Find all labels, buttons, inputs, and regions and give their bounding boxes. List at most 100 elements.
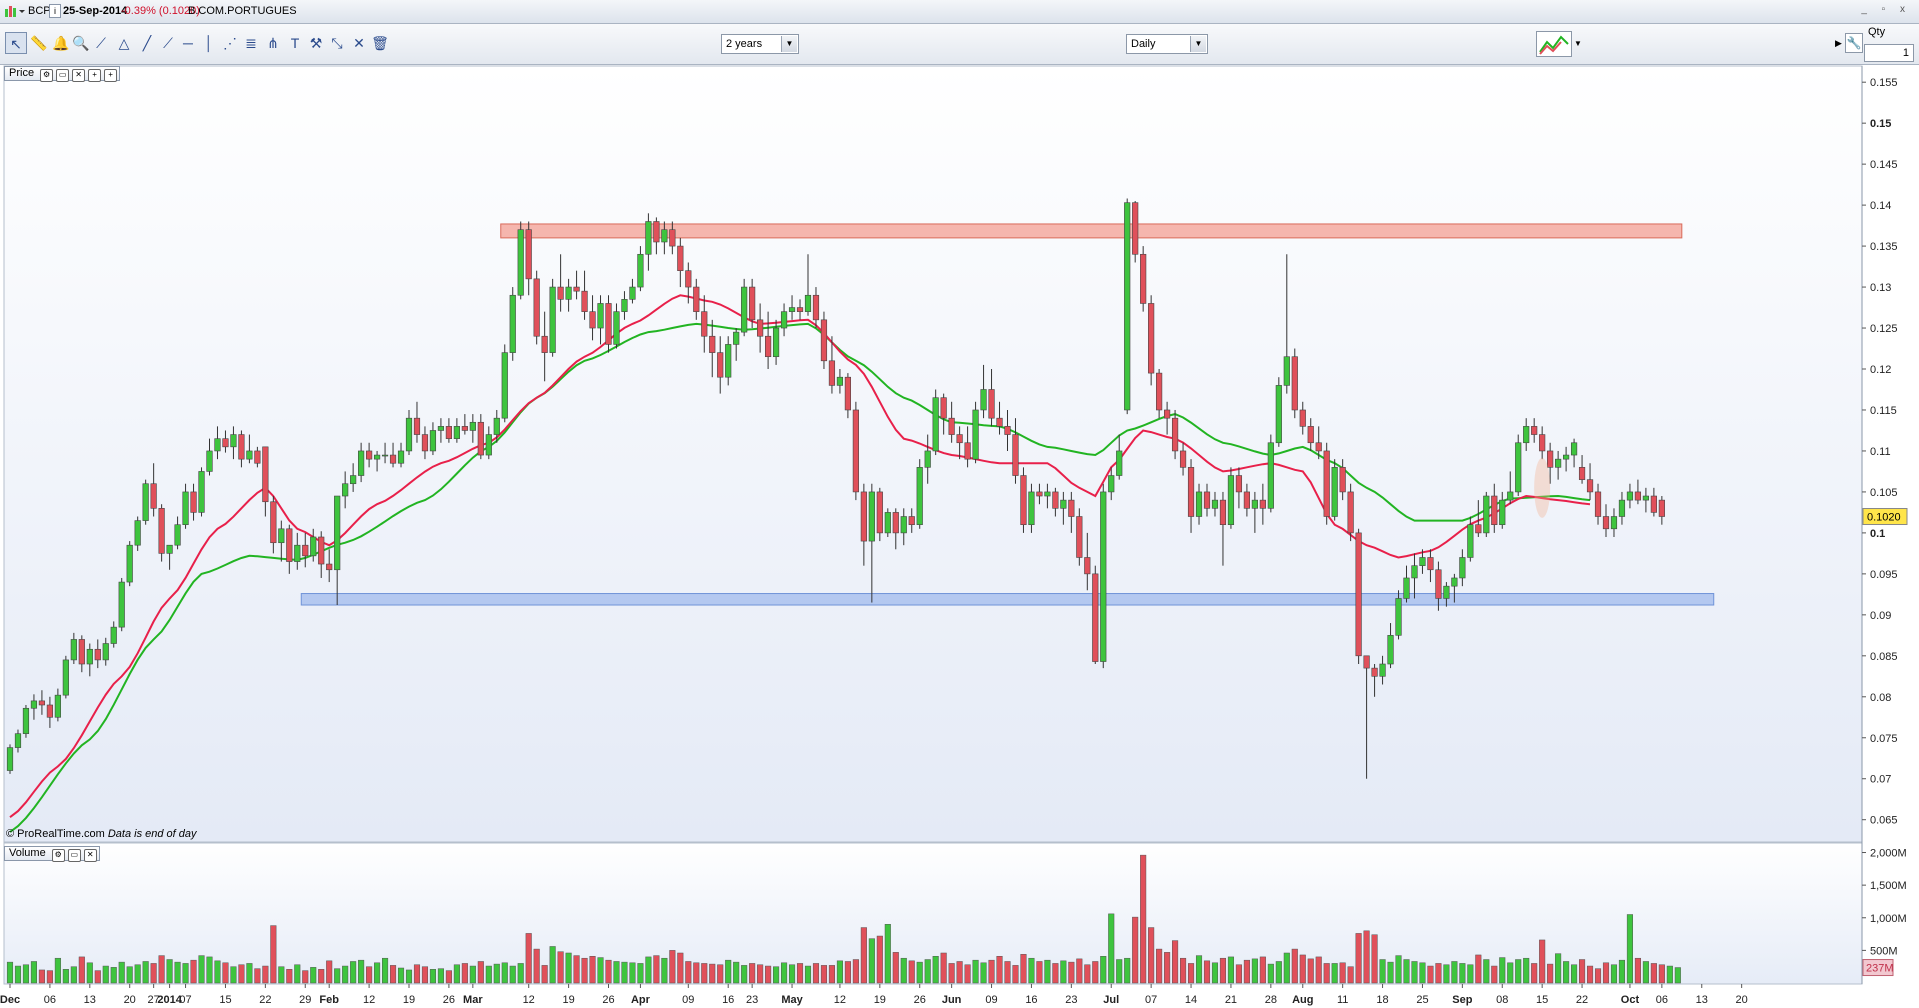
- candle-body: [158, 508, 165, 554]
- candle-body: [1435, 569, 1442, 599]
- candle-body: [1347, 491, 1354, 534]
- volume-bar: [1307, 958, 1314, 984]
- volume-bar: [645, 956, 652, 984]
- candle-body: [1052, 491, 1059, 509]
- volume-bar: [796, 963, 804, 984]
- volume-bar: [358, 959, 365, 984]
- candle-body: [1339, 467, 1346, 493]
- volume-bar: [429, 969, 436, 984]
- volume-bar: [549, 946, 556, 984]
- candle-body: [812, 294, 820, 321]
- volume-bar: [1563, 961, 1570, 984]
- volume-bar: [1411, 961, 1418, 984]
- volume-bar: [1116, 959, 1123, 984]
- candle-body: [980, 389, 987, 411]
- candle-body: [549, 286, 556, 353]
- volume-bar: [1443, 964, 1450, 984]
- volume-bar: [621, 961, 628, 984]
- close-icon[interactable]: ✕: [83, 849, 97, 862]
- candle-body: [214, 438, 221, 452]
- candle: [1092, 565, 1099, 665]
- candle-body: [1076, 516, 1083, 558]
- volume-bar: [78, 956, 85, 984]
- date-tick-label: 22: [1576, 994, 1588, 1006]
- candle-body: [908, 516, 915, 526]
- candle-body: [126, 544, 133, 583]
- volume-bar: [302, 970, 309, 984]
- candle-body: [62, 659, 69, 696]
- candle: [1124, 198, 1131, 415]
- candle: [118, 577, 125, 632]
- wrench-icon[interactable]: ⚙: [40, 69, 54, 82]
- volume-bar: [1299, 954, 1306, 984]
- volume-bar: [421, 966, 429, 984]
- volume-bar: [1124, 957, 1131, 984]
- candle-body: [557, 286, 564, 300]
- candle-body: [1618, 499, 1626, 517]
- volume-bar: [725, 959, 732, 984]
- volume-bar: [1427, 965, 1434, 984]
- add-icon[interactable]: +: [104, 69, 118, 82]
- volume-bar: [1227, 956, 1234, 984]
- volume-bar: [1499, 957, 1506, 984]
- data-footnote: © ProRealTime.com Data is end of day: [6, 828, 197, 840]
- volume-bar: [350, 961, 357, 984]
- volume-bar: [1586, 965, 1594, 984]
- volume-bar: [1148, 927, 1155, 984]
- candle-body: [358, 450, 365, 476]
- candle: [1267, 434, 1274, 513]
- window-icon[interactable]: ▭: [56, 69, 70, 82]
- price-panel-label: Price: [9, 67, 35, 79]
- candle-body: [190, 491, 197, 513]
- volume-bar: [1459, 963, 1466, 984]
- candle-body: [669, 229, 676, 247]
- close-icon[interactable]: ✕: [72, 69, 86, 82]
- candle-body: [1108, 475, 1115, 493]
- volume-bar: [30, 961, 37, 984]
- volume-bar: [1315, 956, 1322, 984]
- candle-body: [150, 483, 157, 509]
- volume-bar: [1004, 961, 1011, 984]
- volume-bar: [1674, 967, 1681, 984]
- candle-body: [1507, 491, 1514, 501]
- date-tick-label: 09: [682, 994, 694, 1006]
- date-tick-label: 25: [1416, 994, 1428, 1006]
- candle-body: [605, 303, 612, 345]
- candle-body: [1547, 450, 1554, 468]
- candle-body: [1323, 450, 1330, 517]
- candle-body: [1499, 499, 1506, 526]
- volume-bar: [150, 963, 157, 984]
- volume-panel-tag[interactable]: Volume ⚙ ▭ ✕: [4, 846, 100, 862]
- add-indicator-icon[interactable]: +: [88, 69, 102, 82]
- candle-body: [373, 454, 381, 460]
- wrench-icon[interactable]: ⚙: [51, 849, 65, 862]
- candle-body: [1132, 202, 1139, 255]
- candle-body: [589, 311, 596, 329]
- volume-bar: [238, 964, 245, 984]
- volume-bar: [126, 966, 133, 984]
- volume-bar: [1100, 956, 1107, 984]
- price-tick-label: 0.065: [1870, 815, 1898, 827]
- candle-body: [828, 360, 836, 386]
- volume-bar: [812, 963, 820, 984]
- volume-bar: [629, 962, 636, 984]
- candle-body: [38, 700, 46, 706]
- candle-body: [46, 704, 53, 718]
- chart-area[interactable]: 0.065 0.07 0.075 0.08 0.085 0.09 0.095 0.1 0.105…: [0, 0, 1919, 1008]
- candle: [852, 401, 859, 501]
- candle-body: [1100, 491, 1107, 662]
- volume-bar: [852, 959, 859, 984]
- volume-bar: [286, 969, 293, 984]
- price-panel-tag[interactable]: Price ⚙ ▭ ✕ + +: [4, 66, 121, 82]
- volume-bar: [733, 961, 740, 984]
- window-icon[interactable]: ▭: [67, 849, 81, 862]
- volume-bar: [1259, 956, 1266, 984]
- volume-bar: [1020, 954, 1027, 984]
- candle-body: [709, 335, 716, 353]
- candle-body: [972, 409, 979, 460]
- volume-bar: [1339, 962, 1346, 984]
- volume-bar: [677, 952, 684, 984]
- date-tick-label: 20: [124, 994, 136, 1006]
- candle-body: [1187, 467, 1195, 517]
- candle: [1483, 491, 1490, 537]
